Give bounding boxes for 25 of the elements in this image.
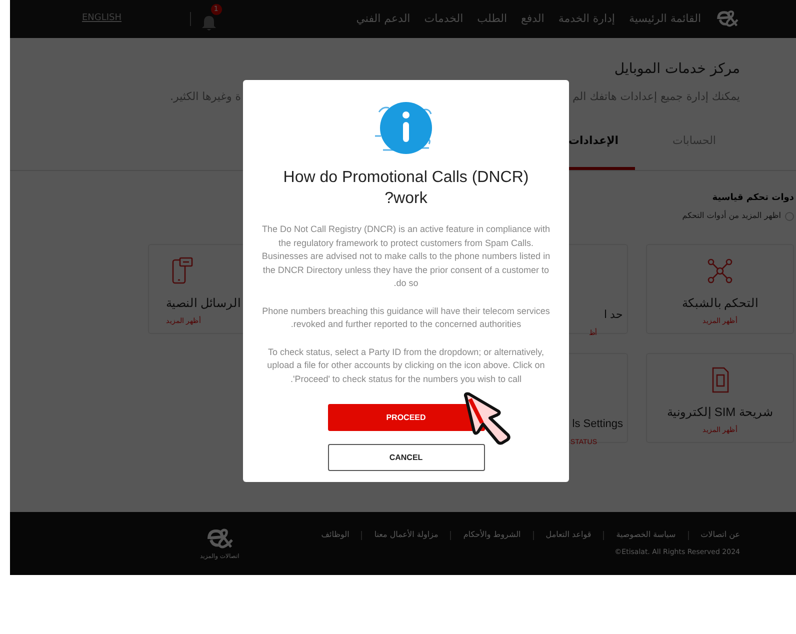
nav-link[interactable]: إدارة الخدمة [558, 10, 615, 28]
bell-icon [200, 14, 217, 32]
page-title: مركز خدمات الموبايل [613, 60, 741, 78]
nav-link[interactable]: الدعم الفني [356, 10, 410, 28]
footer-link[interactable]: الشروط والأحكام [463, 529, 521, 542]
card-title: ls Settings [572, 417, 623, 432]
card-title: حد ا [604, 308, 623, 323]
card-title: الرسائل النصية [166, 295, 240, 311]
nav-link[interactable]: الطلب [477, 10, 508, 28]
nav-link[interactable]: الدفع [521, 10, 544, 28]
section-hint: اظهر المزيد من أدوات التحكم [682, 209, 781, 222]
dialog-text: To check status, select a Party ID from the dropdown; or alternatively, upload a file for other accounts by clicking on the icon above. Click on .'Proceed' to check status for the numbers you wish to call [266, 346, 546, 386]
card-title: التحكم بالشبكة [682, 295, 758, 311]
section-title: دوات تحكم قياسية [712, 192, 794, 205]
cancel-button[interactable]: CANCEL [328, 444, 484, 471]
footer-link[interactable]: الوظائف [321, 529, 350, 542]
footer-link[interactable]: قواعد التعامل [546, 529, 592, 542]
nav-link[interactable]: الخدمات [424, 10, 464, 28]
footer-link[interactable]: مزاولة الأعمال معنا [374, 529, 438, 542]
card-title: شريحة SIM إلكترونية [666, 404, 774, 420]
footer-link[interactable]: عن اتصالات [700, 529, 740, 542]
dialog-title: How do Promotional Calls (DNCR) ?work [282, 168, 530, 209]
footer-link[interactable]: سياسة الخصوصية [616, 529, 676, 542]
nav-link[interactable]: القائمة الرئيسية [628, 10, 701, 28]
network-icon [706, 257, 734, 285]
